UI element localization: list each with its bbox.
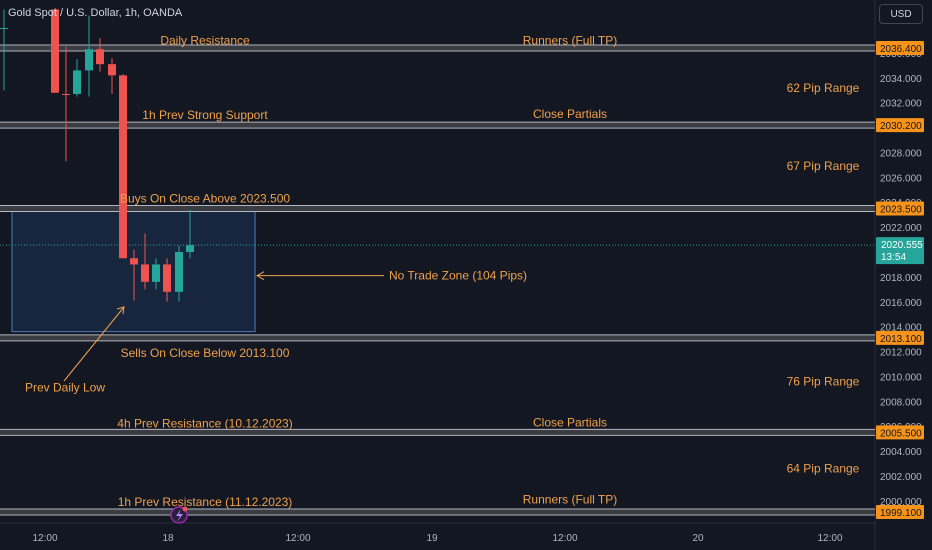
annotation-label[interactable]: Sells On Close Below 2013.100: [121, 346, 290, 360]
level-band: [0, 44, 875, 51]
candle-body[interactable]: [163, 264, 171, 292]
time-axis-label: 18: [162, 533, 174, 544]
annotation-label[interactable]: 76 Pip Range: [787, 374, 860, 388]
candle-body[interactable]: [175, 252, 183, 292]
candle-body[interactable]: [141, 264, 149, 282]
level-band: [0, 334, 875, 341]
annotation-label[interactable]: Close Partials: [533, 415, 607, 429]
time-axis-label: 20: [692, 533, 704, 544]
candle-body[interactable]: [62, 94, 70, 96]
price-tick-label: 2002.000: [880, 472, 922, 483]
symbol-title[interactable]: Gold Spot / U.S. Dollar, 1h, OANDA: [8, 7, 182, 19]
annotation-label[interactable]: 1h Prev Strong Support: [142, 108, 268, 122]
time-axis-label: 12:00: [817, 533, 842, 544]
annotation-label[interactable]: Buys On Close Above 2023.500: [120, 192, 290, 206]
level-band: [0, 205, 875, 212]
level-price-label: 2023.500: [880, 204, 922, 215]
annotation-label[interactable]: Close Partials: [533, 107, 607, 121]
time-axis-label: 12:00: [552, 533, 577, 544]
price-tick-label: 2034.000: [880, 74, 922, 85]
candle-body[interactable]: [152, 264, 160, 282]
annotation-label[interactable]: Prev Daily Low: [25, 381, 105, 395]
level-band: [0, 509, 875, 515]
annotation-label[interactable]: 64 Pip Range: [787, 461, 860, 475]
price-tick-label: 2032.000: [880, 99, 922, 110]
current-price-label: 2020.555: [881, 240, 923, 251]
candle-body[interactable]: [73, 70, 81, 95]
annotation-label[interactable]: Runners (Full TP): [523, 34, 617, 48]
price-tick-label: 2026.000: [880, 173, 922, 184]
price-tick-label: 2018.000: [880, 273, 922, 284]
candle-body[interactable]: [108, 64, 116, 76]
candle-body[interactable]: [186, 245, 194, 253]
price-tick-label: 2004.000: [880, 447, 922, 458]
time-axis-label: 12:00: [285, 533, 310, 544]
currency-button[interactable]: USD: [879, 4, 923, 24]
candle-body[interactable]: [0, 28, 8, 30]
level-price-label: 2030.200: [880, 121, 922, 132]
time-axis-label: 19: [426, 533, 438, 544]
annotation-label[interactable]: Runners (Full TP): [523, 493, 617, 507]
candle-body[interactable]: [130, 258, 138, 265]
price-tick-label: 2022.000: [880, 223, 922, 234]
level-price-label: 2013.100: [880, 334, 922, 345]
candle-body[interactable]: [51, 9, 59, 93]
level-price-label: 2036.400: [880, 44, 922, 55]
candle-body[interactable]: [85, 49, 93, 71]
bar-countdown-label: 13:54: [881, 252, 906, 263]
annotation-label[interactable]: 1h Prev Resistance (11.12.2023): [118, 495, 293, 509]
time-axis-label: 12:00: [32, 533, 57, 544]
candle-body[interactable]: [119, 75, 127, 259]
annotation-label[interactable]: No Trade Zone (104 Pips): [389, 269, 527, 283]
candle-body[interactable]: [96, 49, 104, 65]
price-tick-label: 2012.000: [880, 348, 922, 359]
annotation-label[interactable]: 62 Pip Range: [787, 81, 860, 95]
level-price-label: 2005.500: [880, 428, 922, 439]
annotation-label[interactable]: Daily Resistance: [160, 34, 250, 48]
annotation-label[interactable]: 67 Pip Range: [787, 159, 860, 173]
annotation-label[interactable]: 4h Prev Resistance (10.12.2023): [117, 417, 292, 431]
price-tick-label: 2016.000: [880, 298, 922, 309]
price-tick-label: 2028.000: [880, 148, 922, 159]
price-tick-label: 2008.000: [880, 397, 922, 408]
price-tick-label: 2010.000: [880, 372, 922, 383]
event-dot-icon: [182, 506, 188, 512]
chart-canvas[interactable]: 2036.0002034.0002032.0002030.0002028.000…: [0, 0, 932, 550]
level-band: [0, 122, 875, 129]
level-price-label: 1999.100: [880, 508, 922, 519]
